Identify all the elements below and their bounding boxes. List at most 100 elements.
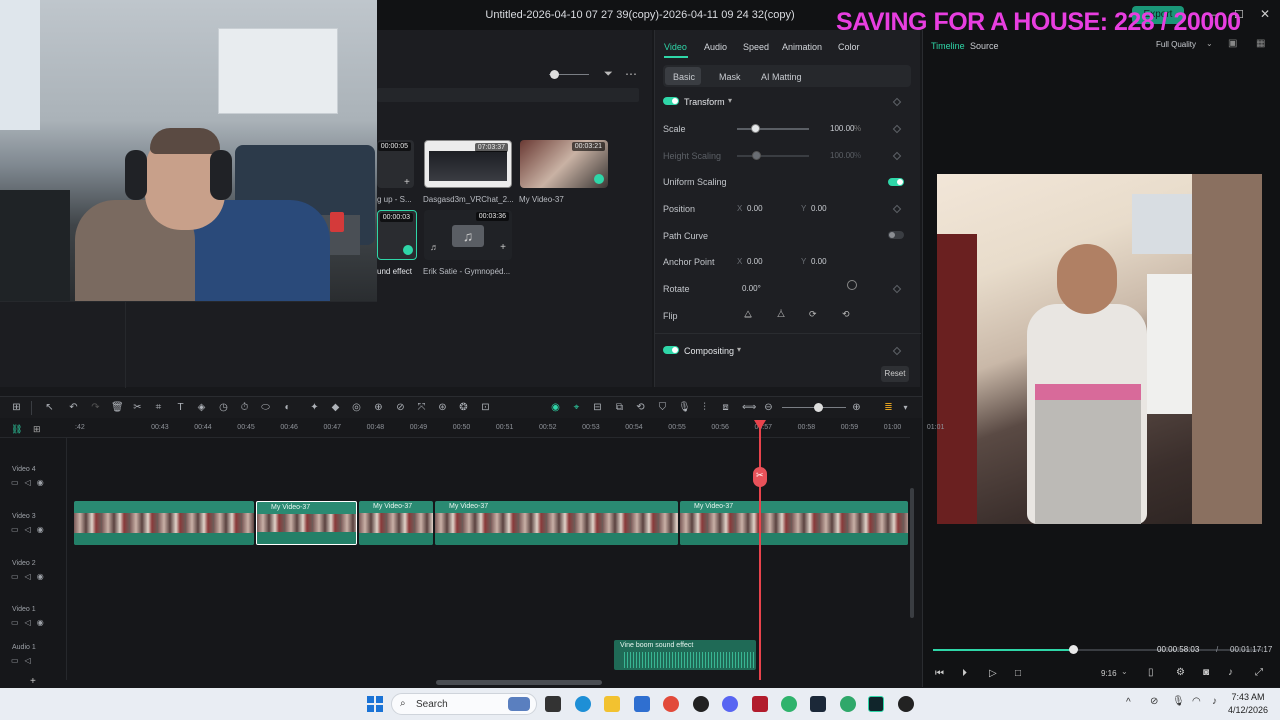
delete-icon[interactable]: 🗑 — [111, 402, 124, 413]
redo-icon[interactable]: ↷ — [90, 402, 101, 413]
settings-icon[interactable]: ⚙ — [1176, 667, 1185, 678]
clock-time[interactable]: 7:43 AM — [1228, 692, 1268, 702]
layout-icon[interactable]: ⊞ — [11, 402, 22, 413]
chevron-down-icon[interactable]: ▾ — [728, 96, 732, 105]
video-clip[interactable]: My Video-37 — [359, 501, 433, 545]
stop-icon[interactable]: □ — [1015, 668, 1021, 679]
scale-slider-knob[interactable] — [751, 124, 760, 133]
reset-button[interactable]: Reset — [881, 366, 909, 382]
split-icon[interactable]: ✂ — [132, 402, 143, 413]
video-clip[interactable]: My Video-37 — [680, 501, 908, 545]
undo-icon[interactable]: ↶ — [68, 402, 79, 413]
add-track-icon[interactable]: + — [30, 676, 36, 687]
uniform-scaling-toggle[interactable] — [888, 178, 904, 186]
position-x-input[interactable]: 0.00 — [747, 204, 763, 213]
motion-icon[interactable]: ◎ — [351, 402, 362, 413]
effects-icon[interactable]: ✦ — [309, 402, 320, 413]
subtab-basic[interactable]: Basic — [673, 72, 695, 82]
scale-slider[interactable] — [737, 128, 809, 130]
chevron-up-icon[interactable]: ^ — [1126, 697, 1131, 708]
keyframe-icon[interactable] — [892, 346, 902, 356]
scene-icon[interactable]: ⧉ — [614, 402, 625, 413]
app-icon[interactable] — [693, 696, 709, 712]
mask-icon[interactable]: ⬭ — [260, 402, 271, 413]
track-controls[interactable]: ▭◁ — [11, 656, 37, 665]
link-icon[interactable]: ⛓ — [11, 424, 22, 435]
keyframe-icon[interactable] — [892, 124, 902, 134]
auto-ripple-icon[interactable]: ⟲ — [635, 402, 646, 413]
chrome-icon[interactable] — [663, 696, 679, 712]
track-controls[interactable]: ▭◁◉ — [11, 525, 50, 534]
more-options-icon[interactable]: ⋯ — [625, 67, 637, 81]
stabilize-icon[interactable]: ⊘ — [395, 402, 406, 413]
timer-icon[interactable]: ⏱ — [239, 402, 250, 413]
compositing-toggle[interactable] — [663, 346, 679, 354]
color-match-icon[interactable]: ❂ — [458, 402, 469, 413]
color-icon[interactable]: ◐ — [282, 402, 293, 413]
timeline-zoom-knob[interactable] — [814, 403, 823, 412]
zoom-in-icon[interactable]: ⊕ — [851, 402, 862, 413]
steam-icon[interactable] — [810, 696, 826, 712]
preview-progress-knob[interactable] — [1069, 645, 1078, 654]
speed-icon[interactable]: ◷ — [218, 402, 229, 413]
track-settings-icon[interactable]: ≣ — [883, 402, 894, 413]
render-icon[interactable]: ▯ — [1148, 667, 1154, 678]
filter-icon[interactable]: ⏷ — [604, 68, 613, 81]
tab-video[interactable]: Video — [664, 42, 687, 52]
clock-date[interactable]: 4/12/2026 — [1226, 705, 1270, 715]
select-tool-icon[interactable]: ↖ — [44, 402, 55, 413]
text-icon[interactable]: T — [175, 402, 186, 413]
flip-vertical-icon[interactable]: ⧊ — [777, 309, 785, 320]
audio-tool-icon[interactable]: ⊛ — [437, 402, 448, 413]
chevron-down-icon[interactable]: ⌄ — [1121, 667, 1128, 676]
fullscreen-icon[interactable]: ⤢ — [1255, 667, 1263, 678]
zoom-slider-knob[interactable] — [550, 70, 559, 79]
track-controls[interactable]: ▭◁◉ — [11, 572, 50, 581]
subtab-ai-matting[interactable]: AI Matting — [761, 72, 802, 82]
keyframe-tool-icon[interactable]: ◆ — [330, 402, 341, 413]
playhead[interactable] — [759, 420, 761, 680]
discord-icon[interactable] — [722, 696, 738, 712]
timeline-ruler[interactable]: ⛓ ⊞ :42 00:43 00:44 00:45 00:46 00:47 00:48 00:… — [0, 420, 944, 438]
browser-icon[interactable] — [840, 696, 856, 712]
file-explorer-icon[interactable] — [604, 696, 620, 712]
subtab-mask[interactable]: Mask — [719, 72, 741, 82]
rotate-input[interactable]: 0.00° — [742, 284, 761, 293]
fit-timeline-icon[interactable]: ⟺ — [742, 402, 756, 413]
media-search-bar[interactable] — [377, 88, 639, 102]
keyframe-icon[interactable] — [892, 284, 902, 294]
anchor-y-input[interactable]: 0.00 — [811, 257, 827, 266]
tab-color[interactable]: Color — [838, 42, 860, 52]
rotate-right-icon[interactable]: ⟳ — [809, 309, 817, 320]
zoom-out-icon[interactable]: ⊖ — [763, 402, 774, 413]
edge-icon[interactable] — [575, 696, 591, 712]
zoom-clip-icon[interactable]: ⊕ — [373, 402, 384, 413]
acrobat-icon[interactable] — [752, 696, 768, 712]
keyframe-icon[interactable] — [892, 204, 902, 214]
play-icon[interactable]: ▷ — [989, 668, 997, 679]
zoom-fit-icon[interactable]: ⊡ — [480, 402, 491, 413]
obs-icon[interactable] — [898, 696, 914, 712]
snap-icon[interactable]: ⌖ — [571, 402, 582, 413]
volume-icon[interactable]: ♪ — [1212, 696, 1217, 707]
flip-horizontal-icon[interactable]: ⧋ — [744, 309, 752, 320]
tab-audio[interactable]: Audio — [704, 42, 727, 52]
shield-icon[interactable]: ⛉ — [657, 402, 668, 413]
windows-start-icon[interactable] — [367, 696, 383, 712]
media-thumb-selected[interactable]: 00:00:03 — [377, 210, 417, 260]
chrome-alt-icon[interactable] — [781, 696, 797, 712]
keyframe-icon[interactable] — [892, 97, 902, 107]
microphone-icon[interactable]: 🎙 — [678, 402, 691, 413]
timeline-vscrollbar[interactable] — [910, 488, 914, 618]
tab-animation[interactable]: Animation — [782, 42, 822, 52]
playhead-handle[interactable]: ✂ — [753, 467, 767, 487]
quality-select[interactable]: Full Quality — [1156, 40, 1196, 49]
add-icon[interactable]: + — [500, 242, 506, 253]
transform-toggle[interactable] — [663, 97, 679, 105]
audio-clip[interactable]: Vine boom sound effect — [614, 640, 756, 670]
track-controls[interactable]: ▭◁◉ — [11, 618, 50, 627]
rotate-left-icon[interactable]: ⟲ — [842, 309, 850, 320]
anchor-x-input[interactable]: 0.00 — [747, 257, 763, 266]
pip-icon[interactable]: ⧈ — [720, 402, 731, 413]
wifi-icon[interactable]: ◠ — [1192, 696, 1201, 707]
